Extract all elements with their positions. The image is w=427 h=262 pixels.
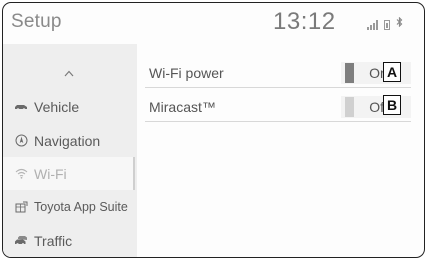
setup-screen: Setup 13:12 Vehicle Navigation Wi-Fi Toy… [2,2,425,258]
traffic-icon [13,234,29,248]
sidebar-item-label: Toyota App Suite [34,199,128,214]
bluetooth-icon [396,16,403,30]
clock: 13:12 [273,8,336,35]
status-icons [367,16,403,30]
sidebar-item-label: Wi-Fi [34,165,67,182]
sidebar: Vehicle Navigation Wi-Fi Toyota App Suit… [3,44,137,257]
callout-label-a: A [383,62,401,82]
app-suite-icon [13,200,29,214]
sidebar-item-label: Traffic [34,232,73,249]
signal-strength-icon [367,20,378,30]
sidebar-item-label: Navigation [34,132,101,149]
toggle-indicator [345,62,354,83]
setting-label: Wi-Fi power [149,64,224,81]
setting-row-miracast[interactable]: Miracast™ Off [145,92,411,122]
car-icon [13,100,29,114]
battery-icon [384,20,390,30]
scroll-up-button[interactable] [3,57,135,90]
sidebar-item-label: Vehicle [34,98,80,115]
setting-row-wifi-power[interactable]: Wi-Fi power On [145,58,411,88]
navigation-icon [13,134,29,148]
header: Setup 13:12 [3,3,424,43]
sidebar-item-traffic[interactable]: Traffic [3,224,135,257]
callout-label-b: B [383,95,401,115]
sidebar-item-toyota-app-suite[interactable]: Toyota App Suite [3,190,135,223]
sidebar-item-vehicle[interactable]: Vehicle [3,90,135,123]
wifi-icon [13,167,29,181]
toggle-indicator [345,96,354,117]
sidebar-item-wifi[interactable]: Wi-Fi [3,157,135,190]
settings-panel: Wi-Fi power On A Miracast™ Off B [137,44,424,257]
sidebar-item-navigation[interactable]: Navigation [3,124,135,157]
page-title: Setup [11,11,62,32]
chevron-up-icon [64,70,74,77]
setting-label: Miracast™ [149,98,216,115]
